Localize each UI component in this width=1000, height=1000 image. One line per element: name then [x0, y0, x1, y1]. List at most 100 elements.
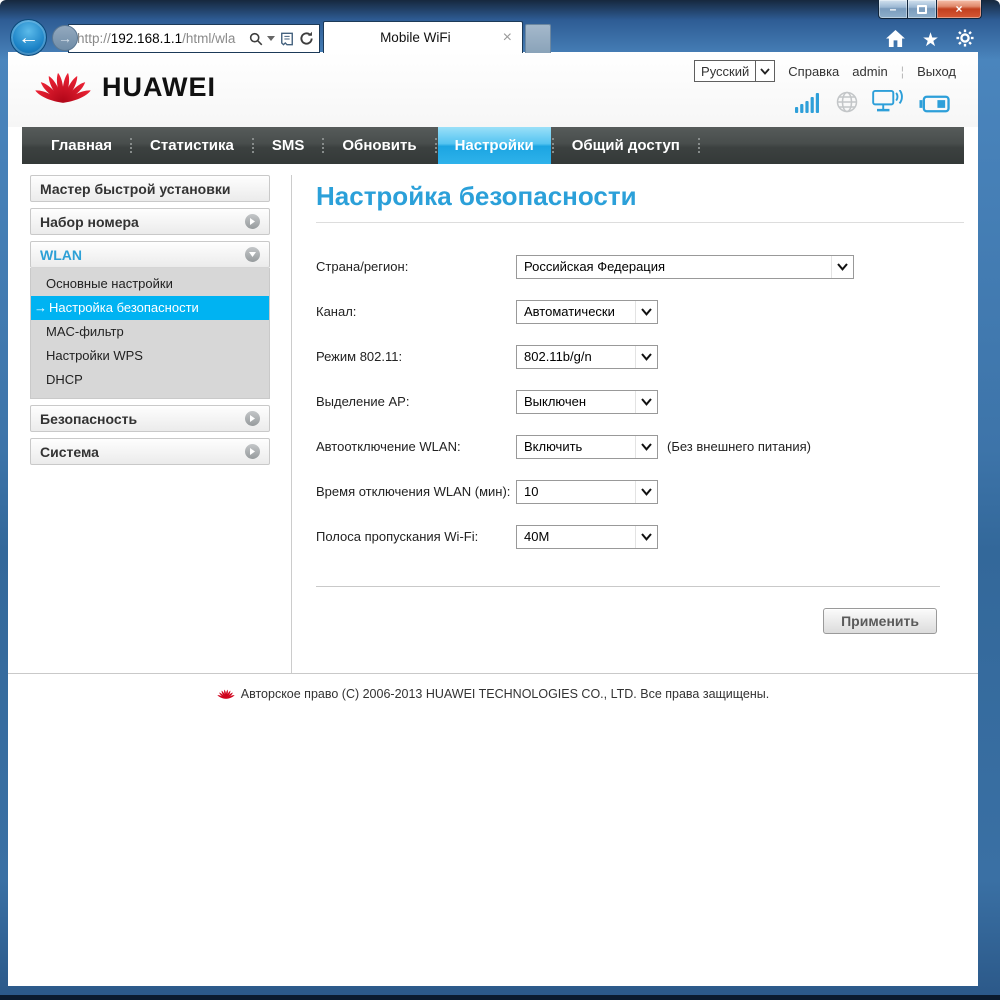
minimize-button[interactable]: –: [878, 0, 908, 19]
select-value: Российская Федерация: [524, 259, 666, 274]
nav-tab-sharing[interactable]: Общий доступ: [555, 127, 697, 164]
nav-divider: [434, 138, 437, 153]
close-icon: ×: [955, 2, 963, 16]
form-divider: [316, 586, 940, 587]
sidebar-label: Набор номера: [40, 213, 139, 230]
form-row-country: Страна/регион: Российская Федерация: [316, 244, 964, 289]
browser-tab[interactable]: Mobile WiFi ×: [323, 21, 523, 53]
form-row-mode: Режим 802.11: 802.11b/g/n: [316, 334, 964, 379]
mode-select[interactable]: 802.11b/g/n: [516, 344, 658, 369]
wlan-auto-off-select[interactable]: Включить: [516, 434, 658, 459]
help-link[interactable]: Справка: [788, 64, 839, 79]
nav-divider: [697, 138, 700, 153]
nav-divider: [322, 138, 325, 153]
address-dropdown-caret-icon[interactable]: [267, 36, 275, 41]
refresh-icon[interactable]: [299, 31, 314, 46]
username-label: admin: [852, 63, 888, 79]
chevron-down-icon: [831, 255, 853, 278]
select-value: Выключен: [524, 394, 587, 409]
language-value: Русский: [701, 63, 750, 79]
home-icon[interactable]: [886, 29, 905, 52]
content-area: Мастер быстрой установки Набор номера WL…: [8, 164, 978, 673]
maximize-icon: [917, 4, 927, 14]
window-bottom-edge: [0, 995, 1000, 1000]
network-globe-icon: [836, 91, 858, 118]
minimize-icon: –: [889, 2, 897, 16]
select-value: 10: [524, 484, 539, 499]
chevron-down-circle-icon: [245, 247, 260, 262]
tab-title: Mobile WiFi: [380, 30, 451, 45]
url-scheme: http://: [77, 31, 111, 46]
submenu-label: Настройка безопасности: [49, 300, 199, 315]
wlan-off-time-select[interactable]: 10: [516, 479, 658, 504]
chevron-down-icon: [635, 525, 657, 548]
new-tab-button[interactable]: [525, 24, 551, 53]
form-row-off-time: Время отключения WLAN (мин): 10: [316, 469, 964, 514]
submenu-label: Настройки WPS: [46, 348, 143, 363]
ap-isolation-select[interactable]: Выключен: [516, 389, 658, 414]
logo-wordmark: HUAWEI: [102, 71, 216, 102]
header-links: Русский Справка admin ¦ Выход: [694, 60, 956, 82]
apply-button[interactable]: Применить: [823, 608, 937, 634]
back-button[interactable]: ←: [10, 19, 47, 56]
sidebar-item-mac-filter[interactable]: MAC-фильтр: [31, 320, 269, 344]
logout-link[interactable]: Выход: [917, 64, 956, 79]
sidebar-label: WLAN: [40, 246, 82, 263]
sidebar-item-security-settings[interactable]: → Настройка безопасности: [31, 296, 269, 320]
header-divider: ¦: [900, 63, 905, 79]
language-select[interactable]: Русский: [694, 60, 776, 82]
forward-button[interactable]: →: [52, 25, 78, 51]
sidebar-item-system[interactable]: Система: [30, 438, 270, 465]
sidebar-item-security[interactable]: Безопасность: [30, 405, 270, 432]
form-row-bandwidth: Полоса пропускания Wi-Fi: 40M: [316, 514, 964, 559]
nav-tab-settings[interactable]: Настройки: [437, 127, 551, 164]
select-value: Включить: [524, 439, 583, 454]
nav-tab-statistics[interactable]: Статистика: [133, 127, 251, 164]
field-note: (Без внешнего питания): [667, 439, 811, 454]
field-label: Время отключения WLAN (мин):: [316, 484, 511, 499]
compatibility-view-icon[interactable]: [280, 32, 294, 46]
favorites-star-icon[interactable]: ★: [922, 31, 939, 50]
nav-tab-home[interactable]: Главная: [34, 127, 129, 164]
browser-window: – × ← → http://192.168.1.1/html/wla Mobi…: [0, 0, 1000, 1000]
huawei-logo: HUAWEI: [34, 68, 216, 106]
wifi-bandwidth-select[interactable]: 40M: [516, 524, 658, 549]
field-label: Автоотключение WLAN:: [316, 439, 461, 454]
status-icons: [795, 89, 950, 118]
url-host: 192.168.1.1: [110, 31, 183, 46]
sidebar-item-wps-settings[interactable]: Настройки WPS: [31, 344, 269, 368]
nav-divider: [251, 138, 254, 153]
url-text: http://192.168.1.1/html/wla: [77, 31, 244, 46]
web-page: HUAWEI Русский Справка admin ¦ Выход Гла…: [8, 52, 978, 986]
sidebar-item-dhcp[interactable]: DHCP: [31, 368, 269, 392]
sidebar-item-basic-settings[interactable]: Основные настройки: [31, 272, 269, 296]
sidebar-item-dialup[interactable]: Набор номера: [30, 208, 270, 235]
forward-arrow-icon: →: [58, 30, 72, 46]
field-label: Режим 802.11:: [316, 349, 403, 364]
chevron-right-circle-icon: [245, 214, 260, 229]
channel-select[interactable]: Автоматически: [516, 299, 658, 324]
country-select[interactable]: Российская Федерация: [516, 254, 854, 279]
close-window-button[interactable]: ×: [936, 0, 982, 19]
main-panel: Настройка безопасности Страна/регион: Ро…: [292, 175, 964, 673]
chevron-down-icon: [755, 61, 774, 81]
wlan-submenu: Основные настройки → Настройка безопасно…: [30, 268, 270, 399]
apply-row: Применить: [316, 608, 937, 634]
chevron-down-icon: [635, 390, 657, 413]
maximize-button[interactable]: [907, 0, 937, 19]
search-icon[interactable]: [249, 32, 263, 46]
battery-icon: [919, 95, 950, 118]
sidebar-item-quick-setup[interactable]: Мастер быстрой установки: [30, 175, 270, 202]
security-settings-form: Страна/регион: Российская Федерация Кана…: [316, 244, 964, 634]
address-bar[interactable]: http://192.168.1.1/html/wla: [68, 24, 320, 53]
copyright-text: Авторское право (C) 2006-2013 HUAWEI TEC…: [240, 687, 770, 701]
close-tab-icon[interactable]: ×: [503, 29, 512, 46]
signal-strength-icon: [795, 93, 822, 118]
huawei-flower-icon-small: [217, 689, 235, 699]
sidebar-item-wlan[interactable]: WLAN: [30, 241, 270, 268]
window-controls: – ×: [878, 0, 982, 19]
nav-tab-update[interactable]: Обновить: [325, 127, 433, 164]
nav-tab-sms[interactable]: SMS: [255, 127, 322, 164]
settings-gear-icon[interactable]: [956, 29, 974, 52]
submenu-label: MAC-фильтр: [46, 324, 124, 339]
